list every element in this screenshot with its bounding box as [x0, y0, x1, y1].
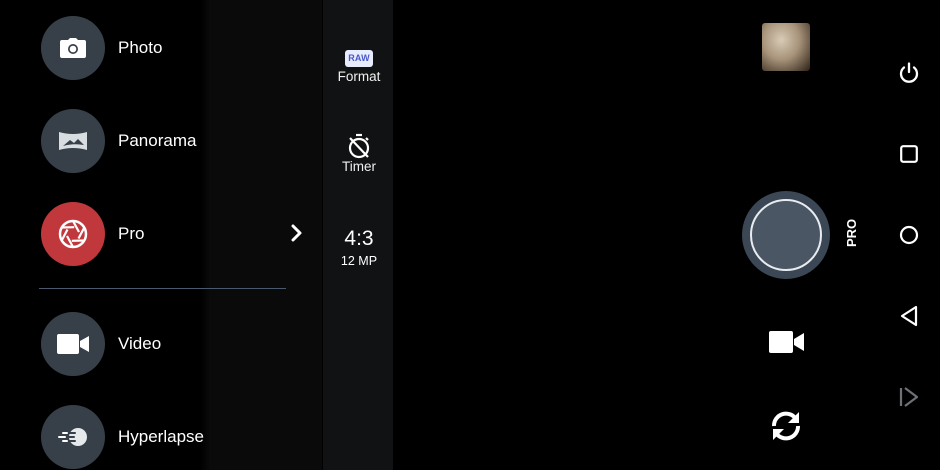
back-button[interactable] [894, 301, 924, 331]
mode-label-photo: Photo [118, 38, 163, 57]
shutter-button[interactable] [742, 191, 830, 279]
aspect-ratio-setting[interactable]: 4:3 12 MP [323, 227, 395, 269]
mode-photo-button[interactable] [41, 16, 105, 80]
navigation-bar [880, 0, 940, 470]
video-camera-icon[interactable] [769, 331, 804, 353]
power-button[interactable] [894, 58, 924, 88]
mode-panorama-button[interactable] [41, 109, 105, 173]
aperture-icon [58, 219, 88, 249]
back-triangle-icon [900, 305, 918, 327]
last-photo-thumbnail[interactable] [762, 23, 810, 71]
mode-item-panorama[interactable]: Panorama [41, 109, 321, 173]
power-icon [899, 62, 919, 83]
aspect-ratio-value: 4:3 [344, 227, 374, 250]
mode-item-photo[interactable]: Photo [41, 16, 321, 80]
video-camera-icon [57, 334, 89, 354]
recents-button[interactable] [894, 139, 924, 169]
mode-menu: Photo Panorama Pro Video Hyperlapse [0, 0, 322, 470]
camera-icon [60, 38, 86, 58]
resolution-value: 12 MP [340, 254, 378, 268]
mode-item-pro[interactable]: Pro [41, 202, 321, 266]
format-setting[interactable]: RAW Format [323, 48, 395, 84]
mode-label-hyperlapse: Hyperlapse [118, 427, 204, 446]
forward-bar-icon [899, 387, 919, 407]
mode-hyperlapse-button[interactable] [41, 405, 105, 469]
panorama-icon [59, 132, 87, 150]
mode-label-panorama: Panorama [118, 131, 197, 150]
chevron-right-icon[interactable] [291, 224, 303, 242]
forward-button[interactable] [894, 382, 924, 412]
mode-item-hyperlapse[interactable]: Hyperlapse [41, 405, 321, 469]
home-button[interactable] [894, 220, 924, 250]
mode-menu-divider [39, 288, 286, 289]
hyperlapse-icon [58, 428, 87, 446]
format-label: Format [337, 69, 381, 84]
mode-video-button[interactable] [41, 312, 105, 376]
timer-off-icon [348, 133, 370, 159]
recents-square-icon [900, 145, 918, 163]
timer-setting[interactable]: Timer [323, 133, 395, 174]
pro-mode-tag: PRO [844, 218, 859, 247]
home-circle-icon [899, 225, 919, 245]
raw-format-badge: RAW [345, 50, 373, 67]
mode-label-pro: Pro [118, 224, 145, 243]
timer-label: Timer [342, 159, 376, 174]
settings-column: RAW Format Timer 4:3 12 MP [323, 0, 393, 470]
mode-item-video[interactable]: Video [41, 312, 321, 376]
mode-pro-button[interactable] [41, 202, 105, 266]
mode-label-video: Video [118, 334, 162, 353]
switch-camera-icon[interactable] [766, 406, 806, 446]
shutter-inner-circle [750, 199, 822, 271]
